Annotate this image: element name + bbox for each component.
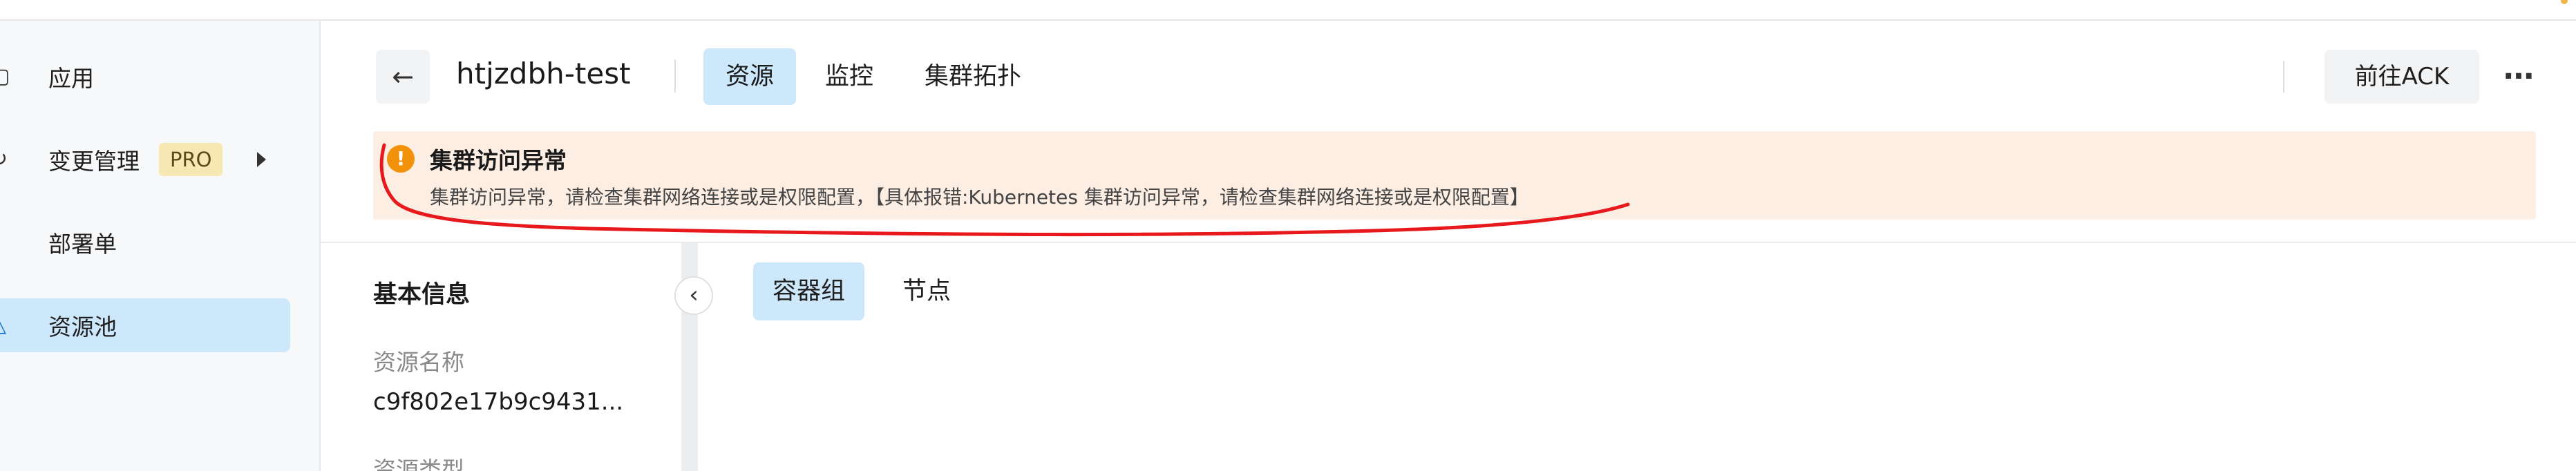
back-button[interactable]: ← xyxy=(376,50,430,104)
sidebar-item-change-management[interactable]: ↻ 变更管理 PRO xyxy=(0,133,290,186)
info-heading: 基本信息 xyxy=(373,281,471,309)
alert-title: 集群访问异常 xyxy=(430,147,567,174)
sidebar-item-label: 应用 xyxy=(48,65,94,92)
change-icon: ↻ xyxy=(0,149,10,170)
page-header: ← htjzdbh-test 资源 监控 集群拓扑 前往ACK ··· xyxy=(321,21,2576,133)
tab-nodes[interactable]: 节点 xyxy=(883,262,970,320)
page-title: htjzdbh-test xyxy=(456,57,631,90)
warning-icon: ! xyxy=(387,145,415,173)
top-bar xyxy=(0,0,2576,21)
sidebar-item-label: 部署单 xyxy=(48,231,117,258)
pro-badge: PRO xyxy=(159,143,223,176)
cluster-error-alert: ! 集群访问异常 集群访问异常，请检查集群网络连接或是权限配置，【具体报错:Ku… xyxy=(373,131,2536,220)
resource-name-label: 资源名称 xyxy=(373,349,464,376)
tab-pods[interactable]: 容器组 xyxy=(753,262,865,320)
goto-ack-button[interactable]: 前往ACK xyxy=(2324,50,2479,104)
header-divider-right xyxy=(2283,61,2284,93)
deploy-icon: ▯ xyxy=(0,232,10,253)
resource-type-label: 资源类型 xyxy=(373,456,464,471)
ellipsis-icon[interactable]: ··· xyxy=(2496,52,2540,101)
sidebar-item-resource-pool[interactable]: △ 资源池 xyxy=(0,298,290,352)
alert-message: 集群访问异常，请检查集群网络连接或是权限配置，【具体报错:Kubernetes … xyxy=(430,186,1529,209)
top-indicator xyxy=(2561,0,2568,4)
sidebar-item-deploy-orders[interactable]: ▯ 部署单 xyxy=(0,215,290,269)
chevron-left-icon[interactable]: ‹ xyxy=(674,276,713,315)
sidebar-item-label: 资源池 xyxy=(48,314,117,340)
resource-name-value: c9f802e17b9c9431... xyxy=(373,388,624,416)
tab-cluster-topology[interactable]: 集群拓扑 xyxy=(902,48,1043,105)
sidebar: ▢ 应用 ↻ 变更管理 PRO ▯ 部署单 △ 资源池 xyxy=(0,21,321,471)
header-divider xyxy=(674,59,676,93)
sidebar-item-apps[interactable]: ▢ 应用 xyxy=(0,50,290,104)
app-icon: ▢ xyxy=(0,64,10,88)
caret-right-icon[interactable] xyxy=(257,152,266,167)
basic-info-panel: 基本信息 资源名称 c9f802e17b9c9431... 资源类型 xyxy=(321,243,680,471)
tab-monitoring[interactable]: 监控 xyxy=(803,48,896,105)
sidebar-item-label: 变更管理 xyxy=(48,148,140,175)
arrow-left-icon: ← xyxy=(392,61,414,92)
resource-pool-icon: △ xyxy=(0,315,10,336)
app-root: ▢ 应用 ↻ 变更管理 PRO ▯ 部署单 △ 资源池 ← htjzdbh-te… xyxy=(0,0,2576,471)
tab-resources[interactable]: 资源 xyxy=(703,48,797,105)
